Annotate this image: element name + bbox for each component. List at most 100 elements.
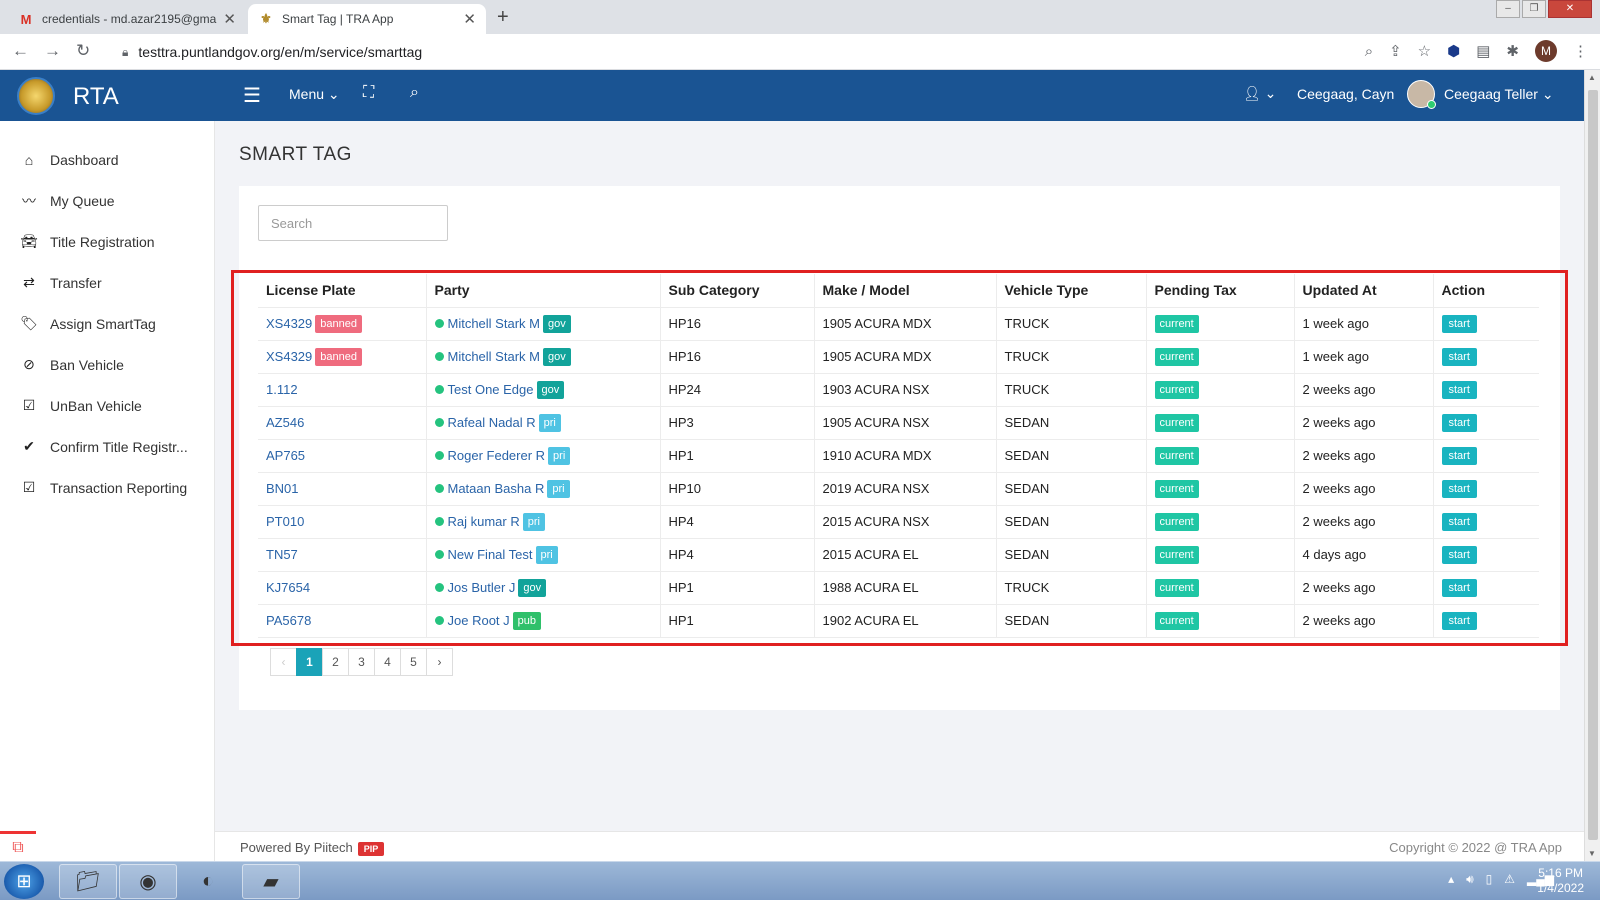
fullscreen-icon[interactable]: ⛶ bbox=[363, 84, 374, 102]
file-explorer-icon[interactable]: 📁︎ bbox=[59, 864, 117, 899]
party-link[interactable]: Joe Root J bbox=[448, 613, 510, 628]
plate-link[interactable]: XS4329 bbox=[266, 316, 312, 331]
user-name[interactable]: Ceegaag, Cayn bbox=[1297, 86, 1394, 102]
column-header[interactable]: Action bbox=[1432, 274, 1539, 308]
sidebar-item-my-queue[interactable]: 〰 My Queue bbox=[0, 180, 214, 221]
search-icon[interactable]: ⌕ bbox=[410, 84, 419, 102]
sidebar-item-transfer[interactable]: ⇄ Transfer bbox=[0, 262, 214, 303]
scrollbar[interactable]: ▲ ▼ bbox=[1584, 70, 1600, 861]
chrome-icon[interactable]: ◉ bbox=[119, 864, 177, 899]
role-dropdown[interactable]: Ceegaag Teller ⌄ bbox=[1444, 86, 1554, 103]
forward-icon[interactable]: → bbox=[44, 41, 61, 61]
party-link[interactable]: Mataan Basha R bbox=[448, 481, 545, 496]
hamburger-icon[interactable]: ☰ bbox=[243, 83, 261, 108]
menu-dropdown[interactable]: Menu ⌄ bbox=[289, 86, 340, 103]
profile-avatar[interactable]: M bbox=[1535, 40, 1557, 62]
extension-shield-icon[interactable]: ⬢ bbox=[1447, 42, 1460, 60]
start-button[interactable]: ⊞ bbox=[4, 864, 44, 899]
search-input[interactable] bbox=[258, 205, 448, 241]
browser-menu-icon[interactable]: ⋮ bbox=[1573, 42, 1588, 60]
prev-page-button[interactable]: ‹ bbox=[270, 648, 297, 676]
sidebar-item-assign-smarttag[interactable]: 🏷︎ Assign SmartTag bbox=[0, 303, 214, 344]
start-button[interactable]: start bbox=[1441, 578, 1477, 597]
plate-link[interactable]: KJ7654 bbox=[266, 580, 310, 595]
clock[interactable]: 5:16 PM 1/4/2022 bbox=[1537, 866, 1584, 896]
page-button-5[interactable]: 5 bbox=[400, 648, 427, 676]
sidebar-item-ban-vehicle[interactable]: ⊘ Ban Vehicle bbox=[0, 344, 214, 385]
close-tab-icon[interactable]: ✕ bbox=[463, 10, 476, 28]
clipboard-icon[interactable]: ▤ bbox=[1476, 42, 1490, 60]
page-button-3[interactable]: 3 bbox=[348, 648, 375, 676]
party-link[interactable]: Test One Edge bbox=[448, 382, 534, 397]
next-page-button[interactable]: › bbox=[426, 648, 453, 676]
party-link[interactable]: Jos Butler J bbox=[448, 580, 516, 595]
scrollbar-thumb[interactable] bbox=[1588, 90, 1598, 840]
column-header[interactable]: License Plate bbox=[258, 274, 427, 308]
start-button[interactable]: start bbox=[1441, 611, 1477, 630]
page-button-2[interactable]: 2 bbox=[322, 648, 349, 676]
sidebar-item-dashboard[interactable]: ⌂ Dashboard bbox=[0, 139, 214, 180]
back-icon[interactable]: ← bbox=[12, 41, 29, 61]
logo[interactable] bbox=[12, 76, 60, 116]
column-header[interactable]: Pending Tax bbox=[1145, 274, 1295, 308]
plate-link[interactable]: 1.112 bbox=[266, 382, 298, 397]
browser-tab-gmail[interactable]: M credentials - md.azar2195@gmai ✕ bbox=[8, 4, 246, 34]
page-button-1[interactable]: 1 bbox=[296, 648, 323, 676]
start-button[interactable]: start bbox=[1441, 380, 1477, 399]
party-link[interactable]: Mitchell Stark M bbox=[448, 316, 540, 331]
share-icon[interactable]: ⇪ bbox=[1389, 42, 1402, 60]
sidebar-item-title-registration[interactable]: 🚘︎ Title Registration bbox=[0, 221, 214, 262]
column-header[interactable]: Make / Model bbox=[813, 274, 997, 308]
start-button[interactable]: start bbox=[1441, 446, 1477, 465]
close-window-button[interactable]: ✕ bbox=[1548, 0, 1592, 18]
restore-button[interactable]: ❐ bbox=[1522, 0, 1546, 18]
start-button[interactable]: start bbox=[1441, 545, 1477, 564]
minimize-button[interactable]: – bbox=[1496, 0, 1520, 18]
battery-icon[interactable]: ▯ bbox=[1486, 872, 1493, 887]
new-tab-button[interactable]: + bbox=[497, 6, 509, 29]
reload-icon[interactable]: ↻ bbox=[76, 41, 90, 61]
close-tab-icon[interactable]: ✕ bbox=[223, 10, 236, 28]
party-link[interactable]: Mitchell Stark M bbox=[448, 349, 540, 364]
tray-expand-icon[interactable]: ▴ bbox=[1448, 872, 1454, 887]
laravel-icon[interactable]: ⧉ bbox=[0, 831, 36, 861]
url-field[interactable]: 🔒︎ testtra.puntlandgov.org/en/m/service/… bbox=[116, 39, 1346, 65]
user-dropdown[interactable]: 👤︎ ⌄ bbox=[1243, 85, 1276, 102]
plate-link[interactable]: PA5678 bbox=[266, 613, 311, 628]
network-error-icon[interactable]: ⚠ bbox=[1504, 872, 1515, 887]
party-link[interactable]: Roger Federer R bbox=[448, 448, 546, 463]
start-button[interactable]: start bbox=[1441, 413, 1477, 432]
sidebar-item-transaction-reporting[interactable]: ☑ Transaction Reporting bbox=[0, 467, 214, 508]
volume-icon[interactable]: 🔊︎ bbox=[1466, 872, 1474, 887]
plate-link[interactable]: AP765 bbox=[266, 448, 305, 463]
scroll-down-icon[interactable]: ▼ bbox=[1588, 849, 1596, 858]
plate-link[interactable]: PT010 bbox=[266, 514, 304, 529]
start-button[interactable]: start bbox=[1441, 512, 1477, 531]
party-link[interactable]: Rafeal Nadal R bbox=[448, 415, 536, 430]
scroll-up-icon[interactable]: ▲ bbox=[1588, 73, 1596, 82]
start-button[interactable]: start bbox=[1441, 314, 1477, 333]
plate-link[interactable]: XS4329 bbox=[266, 349, 312, 364]
column-header[interactable]: Sub Category bbox=[659, 274, 815, 308]
plate-link[interactable]: BN01 bbox=[266, 481, 299, 496]
column-header[interactable]: Party bbox=[425, 274, 661, 308]
party-link[interactable]: New Final Test bbox=[448, 547, 533, 562]
avatar[interactable] bbox=[1407, 80, 1436, 109]
column-header[interactable]: Updated At bbox=[1293, 274, 1434, 308]
piitech-logo[interactable]: PIP bbox=[357, 842, 385, 856]
notepad-icon[interactable]: ▰ bbox=[242, 864, 300, 899]
start-button[interactable]: start bbox=[1441, 347, 1477, 366]
page-button-4[interactable]: 4 bbox=[374, 648, 401, 676]
bookmark-star-icon[interactable]: ☆ bbox=[1418, 42, 1431, 60]
zoom-icon[interactable]: ⌕ bbox=[1365, 43, 1373, 60]
sidebar-item-confirm-title[interactable]: ✔ Confirm Title Registr... bbox=[0, 426, 214, 467]
edge-icon[interactable]: ◐ bbox=[179, 864, 237, 899]
party-link[interactable]: Raj kumar R bbox=[448, 514, 520, 529]
browser-tab-smarttag[interactable]: ⚜ Smart Tag | TRA App ✕ bbox=[248, 4, 486, 34]
extensions-puzzle-icon[interactable]: ✱ bbox=[1506, 42, 1519, 60]
column-header[interactable]: Vehicle Type bbox=[995, 274, 1147, 308]
plate-link[interactable]: TN57 bbox=[266, 547, 298, 562]
plate-link[interactable]: AZ546 bbox=[266, 415, 304, 430]
sidebar-item-unban-vehicle[interactable]: ☑ UnBan Vehicle bbox=[0, 385, 214, 426]
start-button[interactable]: start bbox=[1441, 479, 1477, 498]
